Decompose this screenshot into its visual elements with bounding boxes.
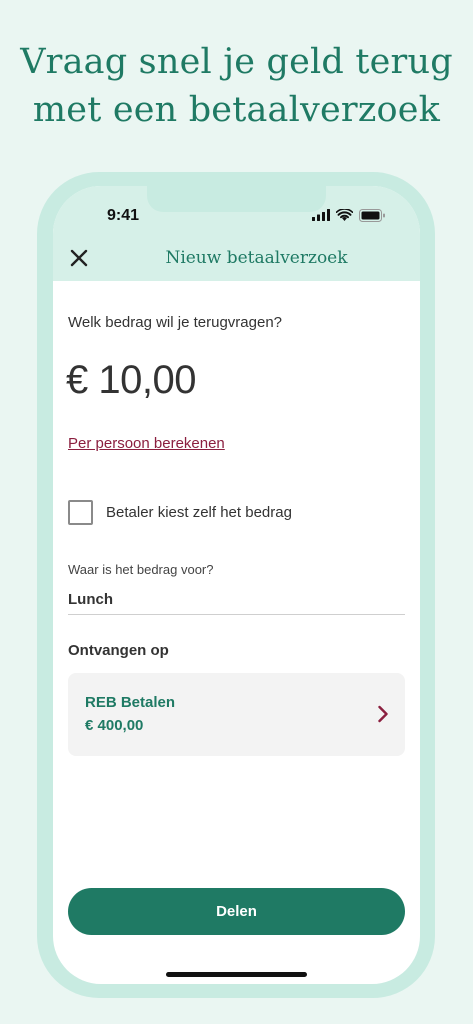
signal-icon — [312, 209, 330, 221]
payer-chooses-checkbox[interactable] — [68, 500, 93, 525]
home-indicator — [166, 972, 307, 977]
amount-question-label: Welk bedrag wil je terugvragen? — [68, 314, 283, 331]
status-time: 9:41 — [107, 207, 140, 224]
description-label: Waar is het bedrag voor? — [68, 562, 214, 577]
close-button[interactable] — [67, 246, 91, 270]
page-title: Nieuw betaalverzoek — [165, 248, 348, 268]
payer-chooses-label: Betaler kiest zelf het bedrag — [106, 504, 292, 521]
battery-icon — [359, 208, 385, 222]
promo-headline-line1: Vraag snel je geld terug — [20, 42, 453, 82]
per-person-link[interactable]: Per persoon berekenen — [68, 435, 225, 452]
promo-headline-line2: met een betaalverzoek — [32, 90, 441, 130]
account-name: REB Betalen — [85, 694, 176, 711]
phone-notch — [147, 186, 326, 212]
receive-on-label: Ontvangen op — [68, 642, 169, 659]
account-balance: € 400,00 — [85, 717, 144, 734]
description-field[interactable] — [68, 584, 405, 615]
status-icons — [312, 208, 386, 222]
promo-headline: Vraag snel je geld terug met een betaalv… — [0, 38, 473, 134]
chevron-right-icon — [378, 705, 388, 723]
payer-chooses-row[interactable]: Betaler kiest zelf het bedrag — [68, 500, 292, 525]
wifi-icon — [336, 209, 353, 221]
share-button[interactable]: Delen — [68, 888, 405, 935]
phone-screen: 9:41 Nieuw betaalverzoek Welk bedrag wil… — [53, 186, 420, 984]
account-selector[interactable]: REB Betalen € 400,00 — [68, 673, 405, 756]
close-icon — [70, 249, 88, 267]
amount-input[interactable]: € 10,00 — [66, 358, 196, 403]
